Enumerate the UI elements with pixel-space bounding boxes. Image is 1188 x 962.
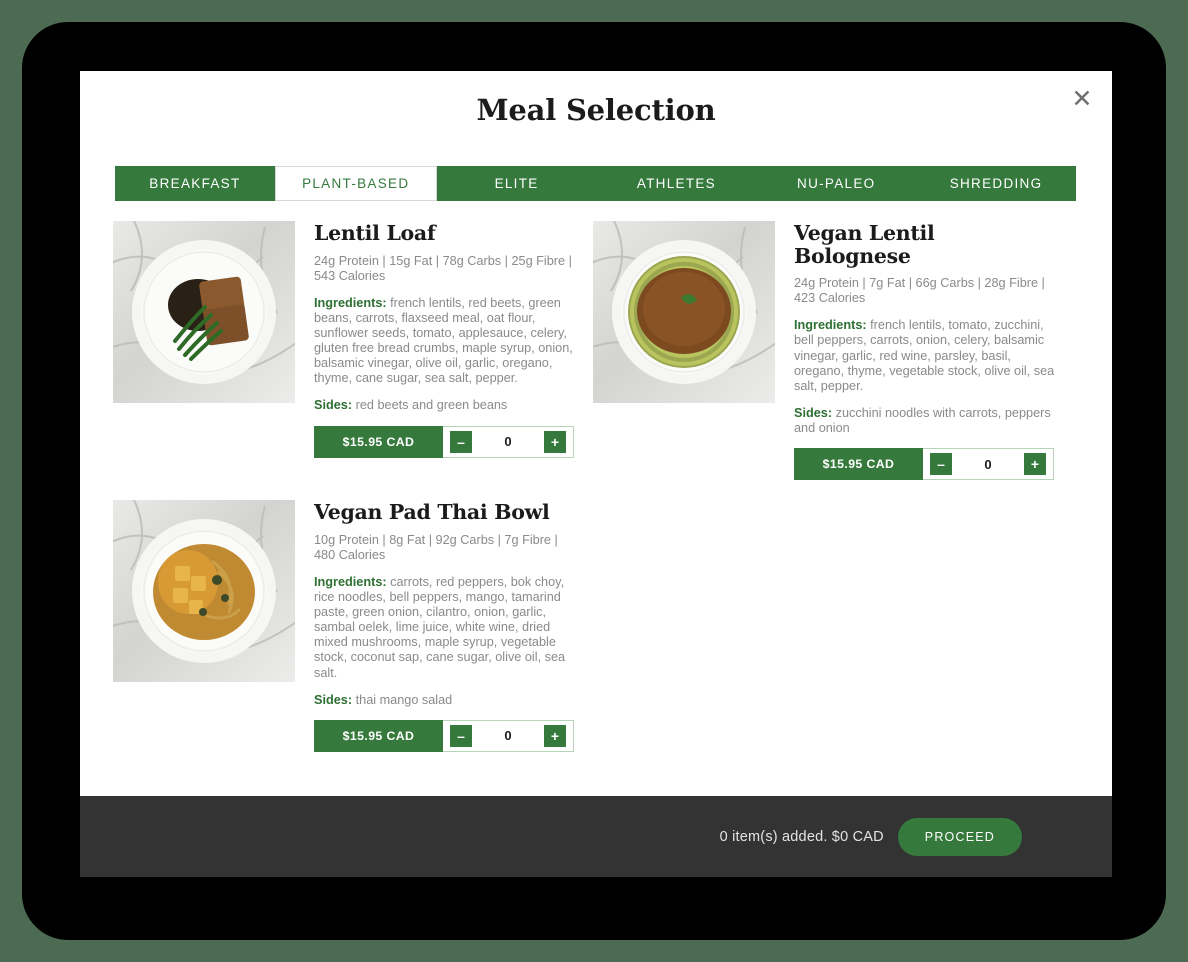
- increment-button[interactable]: +: [1024, 453, 1046, 476]
- sides-text: zucchini noodles with carrots, peppers a…: [794, 405, 1051, 435]
- increment-button[interactable]: +: [544, 430, 566, 453]
- sides-label: Sides:: [794, 405, 833, 420]
- quantity-value: 0: [504, 434, 512, 450]
- meal-details: Lentil Loaf 24g Protein | 15g Fat | 78g …: [314, 221, 576, 458]
- quantity-stepper: – 0 +: [443, 425, 574, 458]
- meal-sides: Sides: red beets and green beans: [314, 398, 576, 413]
- sides-label: Sides:: [314, 692, 353, 707]
- meal-details: Vegan Pad Thai Bowl 10g Protein | 8g Fat…: [314, 500, 576, 752]
- price-quantity-row: $15.95 CAD – 0 +: [794, 448, 1054, 481]
- meal-photo: [593, 221, 775, 403]
- meal-price: $15.95 CAD: [314, 719, 443, 752]
- tab-plant-based[interactable]: PLANT-BASED: [274, 166, 437, 201]
- decrement-button[interactable]: –: [930, 453, 952, 476]
- meal-sides: Sides: thai mango salad: [314, 693, 576, 708]
- decrement-button[interactable]: –: [450, 724, 472, 747]
- decrement-button[interactable]: –: [450, 430, 472, 453]
- meal-macros: 24g Protein | 15g Fat | 78g Carbs | 25g …: [314, 253, 572, 283]
- meal-name: Vegan Pad Thai Bowl: [314, 500, 550, 525]
- close-icon[interactable]: ✕: [1064, 81, 1100, 117]
- ingredients-label: Ingredients:: [314, 574, 387, 589]
- tab-athletes[interactable]: ATHLETES: [596, 166, 757, 201]
- meal-name: Lentil Loaf: [314, 221, 436, 245]
- tab-nu-paleo[interactable]: NU-PALEO: [756, 166, 917, 201]
- price-quantity-row: $15.95 CAD – 0 +: [314, 719, 574, 752]
- ingredients-label: Ingredients:: [794, 318, 867, 333]
- price-quantity-row: $15.95 CAD – 0 +: [314, 425, 574, 458]
- sides-label: Sides:: [314, 398, 353, 413]
- meal-card: Vegan Lentil Bolognese 24g Protein | 7g …: [593, 221, 1073, 481]
- increment-button[interactable]: +: [544, 724, 566, 747]
- quantity-value: 0: [504, 728, 512, 744]
- tab-breakfast[interactable]: BREAKFAST: [115, 166, 275, 201]
- meal-grid: Lentil Loaf 24g Protein | 15g Fat | 78g …: [113, 221, 1112, 772]
- meal-details: Vegan Lentil Bolognese 24g Protein | 7g …: [794, 221, 1056, 481]
- cart-summary-text: 0 item(s) added. $0 CAD: [719, 828, 884, 845]
- proceed-button[interactable]: PROCEED: [897, 817, 1022, 856]
- meal-sides: Sides: zucchini noodles with carrots, pe…: [794, 406, 1056, 436]
- tab-shredding[interactable]: SHREDDING: [916, 166, 1076, 201]
- meal-card: Lentil Loaf 24g Protein | 15g Fat | 78g …: [113, 221, 593, 480]
- meal-price: $15.95 CAD: [314, 425, 443, 458]
- sides-text: thai mango salad: [355, 692, 453, 707]
- meal-name: Vegan Lentil Bolognese: [794, 221, 935, 268]
- meal-photo: [113, 221, 295, 403]
- meal-selection-modal: ✕ Meal Selection BREAKFAST PLANT-BASED ELI…: [80, 71, 1112, 877]
- quantity-stepper: – 0 +: [443, 719, 574, 752]
- page-title: Meal Selection: [476, 93, 716, 127]
- meal-macros: 10g Protein | 8g Fat | 92g Carbs | 7g Fi…: [314, 532, 558, 562]
- meal-ingredients: Ingredients: french lentils, red beets, …: [314, 296, 576, 387]
- meal-ingredients: Ingredients: carrots, red peppers, bok c…: [314, 575, 576, 681]
- meal-price: $15.95 CAD: [794, 448, 923, 481]
- ingredients-label: Ingredients:: [314, 295, 387, 310]
- sides-text: red beets and green beans: [355, 398, 508, 413]
- meal-photo: [113, 500, 295, 683]
- quantity-stepper: – 0 +: [923, 448, 1054, 481]
- quantity-value: 0: [984, 456, 992, 472]
- cart-footer: 0 item(s) added. $0 CAD PROCEED: [80, 796, 1112, 877]
- tab-elite[interactable]: ELITE: [436, 166, 597, 201]
- meal-macros: 24g Protein | 7g Fat | 66g Carbs | 28g F…: [794, 276, 1045, 306]
- meal-card: Vegan Pad Thai Bowl 10g Protein | 8g Fat…: [113, 500, 593, 752]
- meal-category-tabs: BREAKFAST PLANT-BASED ELITE ATHLETES NU-PALE…: [115, 166, 1076, 201]
- meal-ingredients: Ingredients: french lentils, tomato, zuc…: [794, 318, 1056, 394]
- ingredients-text: carrots, red peppers, bok choy, rice noo…: [314, 574, 566, 680]
